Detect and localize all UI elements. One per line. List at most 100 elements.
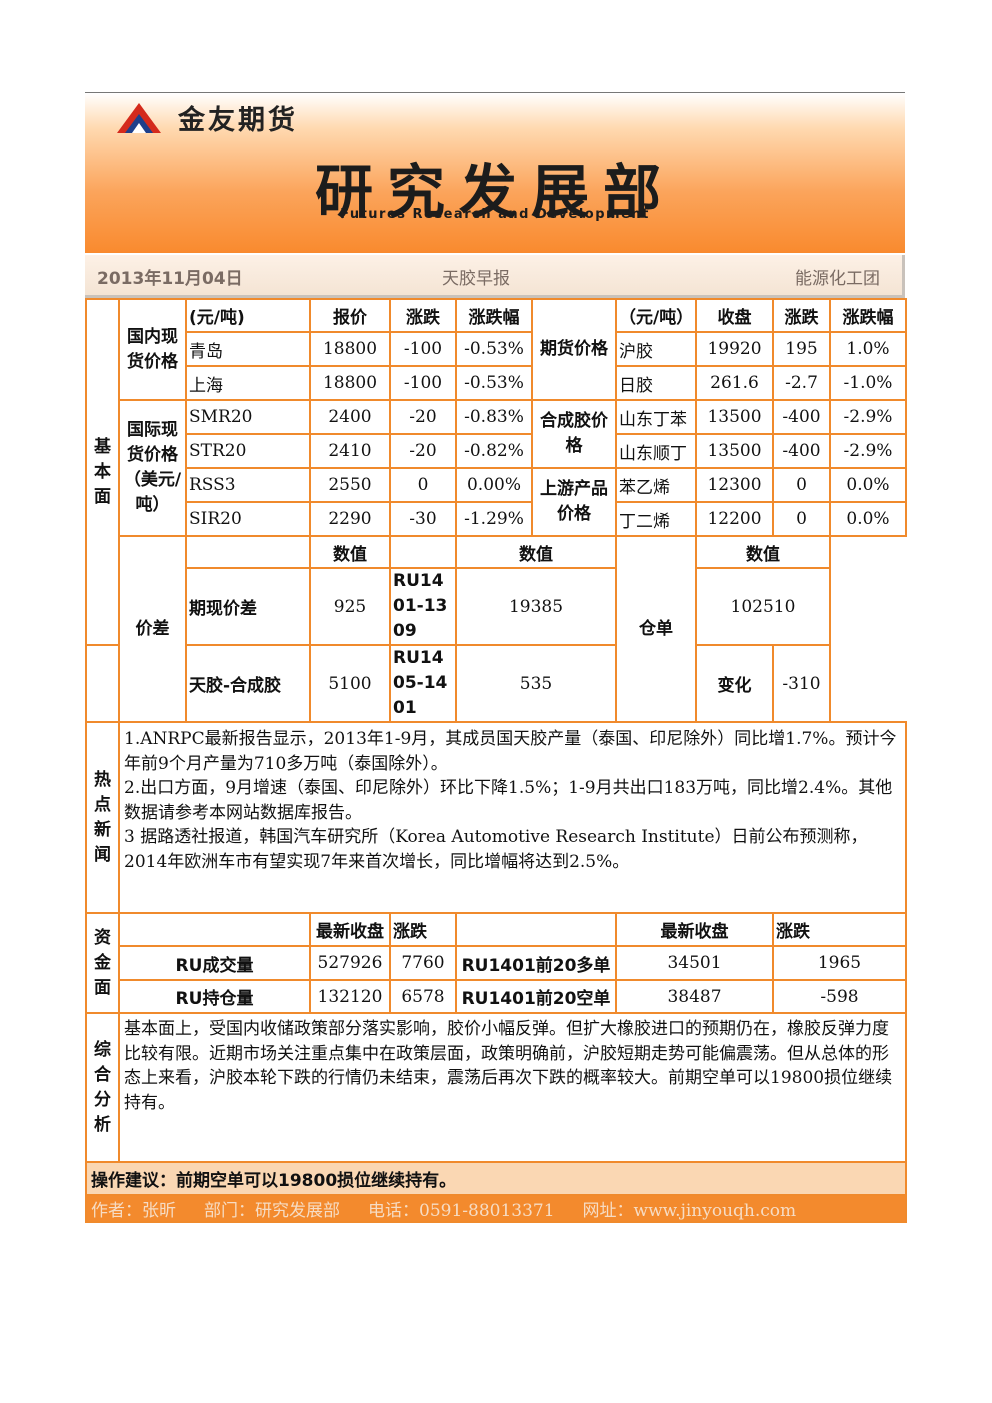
funds-change-header: 涨跌 bbox=[389, 912, 457, 947]
futures-pct-header: 涨跌幅 bbox=[829, 298, 907, 333]
upstream-price: 12300 bbox=[695, 467, 774, 503]
news-list: 1.ANRPC最新报告显示，2013年1-9月，其成员国天胶产量（泰国、印尼除外… bbox=[118, 721, 907, 914]
table-row: 天胶-合成胶 5100 RU1405-1401 535 变化 -310 bbox=[85, 644, 906, 723]
intl-pct: -0.82% bbox=[455, 433, 533, 469]
report-group: 能源化工团 bbox=[795, 269, 880, 289]
synthetic-price: 13500 bbox=[695, 399, 774, 435]
table-row: RU持仓量 132120 6578 RU1401前20空单 38487 -598 bbox=[86, 979, 907, 1014]
spread-contract-value: 535 bbox=[455, 644, 617, 723]
intl-grade: RSS3 bbox=[185, 467, 311, 503]
futures-unit-header: （元/吨） bbox=[615, 298, 697, 333]
footer-website: 网址：www.jinyouqh.com bbox=[582, 1201, 797, 1221]
funds-position-close: 34501 bbox=[615, 945, 774, 981]
domestic-spot-label: 国内现货价格 bbox=[118, 298, 187, 401]
table-row: SIR20 2290 -30 -1.29% 丁二烯 12200 0 0.0% bbox=[86, 501, 907, 537]
domestic-pct-header: 涨跌幅 bbox=[455, 298, 533, 333]
company-logo-icon bbox=[117, 103, 161, 133]
header-banner: 金友期货 研究发展部 Futures Research and Developm… bbox=[85, 92, 905, 253]
upstream-change: 0 bbox=[772, 467, 831, 503]
domestic-price-header: 报价 bbox=[309, 298, 391, 333]
funds-close-header: 最新收盘 bbox=[309, 912, 391, 947]
synthetic-pct: -2.9% bbox=[829, 399, 907, 435]
intl-change: -30 bbox=[389, 501, 457, 537]
table-row: RU成交量 527926 7760 RU1401前20多单 34501 1965 bbox=[86, 945, 907, 981]
spread-value: 5100 bbox=[309, 644, 391, 723]
intl-change: -20 bbox=[389, 433, 457, 469]
funds-position: RU1401前20空单 bbox=[455, 979, 617, 1014]
domestic-location: 上海 bbox=[185, 365, 311, 401]
funds-close: 132120 bbox=[309, 979, 391, 1014]
table-row: 综合分析 基本面上，受国内收储政策部分落实影响，胶价小幅反弹。但扩大橡胶进口的预… bbox=[85, 1012, 907, 1163]
synthetic-pct: -2.9% bbox=[829, 433, 907, 469]
domestic-unit-header: (元/吨) bbox=[185, 298, 311, 333]
upstream-product: 苯乙烯 bbox=[615, 467, 697, 503]
intl-change: 0 bbox=[389, 467, 457, 503]
blank-cell bbox=[85, 645, 120, 723]
futures-pct: 1.0% bbox=[829, 331, 907, 367]
footer-phone: 电话：0591-88013371 bbox=[368, 1201, 555, 1221]
synthetic-change: -400 bbox=[772, 399, 831, 435]
table-row: 资金面 最新收盘 涨跌 最新收盘 涨跌 bbox=[85, 912, 907, 1014]
report-date: 2013年11月04日 bbox=[97, 269, 243, 289]
intl-price: 2290 bbox=[309, 501, 391, 537]
report-footer: 作者：张昕 部门：研究发展部 电话：0591-88013371 网址：www.jiny… bbox=[85, 1194, 907, 1223]
analysis-text: 基本面上，受国内收储政策部分落实影响，胶价小幅反弹。但扩大橡胶进口的预期仍在，橡… bbox=[118, 1012, 907, 1163]
warehouse-value: 102510 bbox=[695, 567, 831, 646]
funds-position: RU1401前20多单 bbox=[455, 945, 617, 981]
funds-change-header: 涨跌 bbox=[772, 912, 907, 947]
funds-close: 527926 bbox=[309, 945, 391, 981]
section-label-funds: 资金面 bbox=[85, 912, 120, 1014]
report-info-bar: 2013年11月04日 天胶早报 能源化工团 bbox=[85, 255, 905, 298]
news-item: 2.出口方面，9月增速（泰国、印尼除外）环比下降1.5%；1-9月共出口183万… bbox=[124, 778, 893, 823]
trading-advice: 操作建议：前期空单可以19800损位继续持有。 bbox=[85, 1161, 907, 1196]
table-row: 作者：张昕 部门：研究发展部 电话：0591-88013371 网址：www.jiny… bbox=[85, 1194, 907, 1223]
table-row: 国际现货价格（美元/吨） SMR20 2400 -20 -0.83% 合成胶价格… bbox=[86, 399, 907, 537]
footer-dept: 部门：研究发展部 bbox=[204, 1201, 340, 1221]
intl-price: 2400 bbox=[309, 399, 391, 435]
spread-value: 925 bbox=[309, 567, 391, 646]
international-spot-label: 国际现货价格（美元/吨） bbox=[118, 399, 187, 537]
report-table: 基本面 国内现货价格 (元/吨) 报价 涨跌 涨跌幅 期货价格 （元/吨） 收盘… bbox=[85, 298, 907, 1223]
domestic-pct: -0.53% bbox=[455, 331, 533, 367]
intl-price: 2550 bbox=[309, 467, 391, 503]
blank-cell bbox=[389, 535, 457, 569]
intl-pct: -0.83% bbox=[455, 399, 533, 435]
funds-change: 7760 bbox=[389, 945, 457, 981]
synthetic-rubber-label: 合成胶价格 bbox=[531, 399, 617, 469]
report-title: 天胶早报 bbox=[442, 269, 510, 289]
upstream-price: 12200 bbox=[695, 501, 774, 537]
table-row: 操作建议：前期空单可以19800损位继续持有。 bbox=[85, 1161, 907, 1196]
spread-label: 价差 bbox=[118, 535, 187, 723]
section-label-news: 热点新闻 bbox=[85, 721, 120, 914]
domestic-change-header: 涨跌 bbox=[389, 298, 457, 333]
funds-position-change: 1965 bbox=[772, 945, 907, 981]
funds-change: 6578 bbox=[389, 979, 457, 1014]
futures-close: 19920 bbox=[695, 331, 774, 367]
funds-close-header: 最新收盘 bbox=[615, 912, 774, 947]
futures-market: 沪胶 bbox=[615, 331, 697, 367]
funds-position-change: -598 bbox=[772, 979, 907, 1014]
news-item: 1.ANRPC最新报告显示，2013年1-9月，其成员国天胶产量（泰国、印尼除外… bbox=[124, 729, 897, 774]
synthetic-change: -400 bbox=[772, 433, 831, 469]
footer-author: 作者：张昕 bbox=[91, 1201, 176, 1221]
upstream-product-label: 上游产品价格 bbox=[531, 467, 617, 537]
table-row: 价差 数值 数值 仓单 数值 bbox=[86, 535, 906, 723]
table-row: 青岛 18800 -100 -0.53% 沪胶 19920 195 1.0% bbox=[86, 331, 907, 367]
table-row: 基本面 国内现货价格 (元/吨) 报价 涨跌 涨跌幅 期货价格 （元/吨） 收盘… bbox=[85, 298, 907, 646]
domestic-location: 青岛 bbox=[185, 331, 311, 367]
table-row: RSS3 2550 0 0.00% 上游产品价格 苯乙烯 12300 0 0.0… bbox=[86, 467, 907, 537]
warehouse-value-header: 数值 bbox=[695, 535, 831, 569]
futures-change-header: 涨跌 bbox=[772, 298, 831, 333]
synthetic-product: 山东丁苯 bbox=[615, 399, 697, 435]
upstream-product: 丁二烯 bbox=[615, 501, 697, 537]
intl-grade: SMR20 bbox=[185, 399, 311, 435]
spread-contract: RU1405-1401 bbox=[389, 644, 457, 723]
department-subtitle: Futures Research and Development bbox=[340, 207, 650, 222]
upstream-pct: 0.0% bbox=[829, 501, 907, 537]
report-page: 金友期货 研究发展部 Futures Research and Developm… bbox=[85, 92, 907, 1223]
contract-value-header: 数值 bbox=[455, 535, 617, 569]
domestic-change: -100 bbox=[389, 365, 457, 401]
news-item: 3 据路透社报道，韩国汽车研究所（Korea Automotive Resear… bbox=[124, 827, 868, 872]
futures-price-label: 期货价格 bbox=[531, 298, 617, 401]
futures-change: -2.7 bbox=[772, 365, 831, 401]
